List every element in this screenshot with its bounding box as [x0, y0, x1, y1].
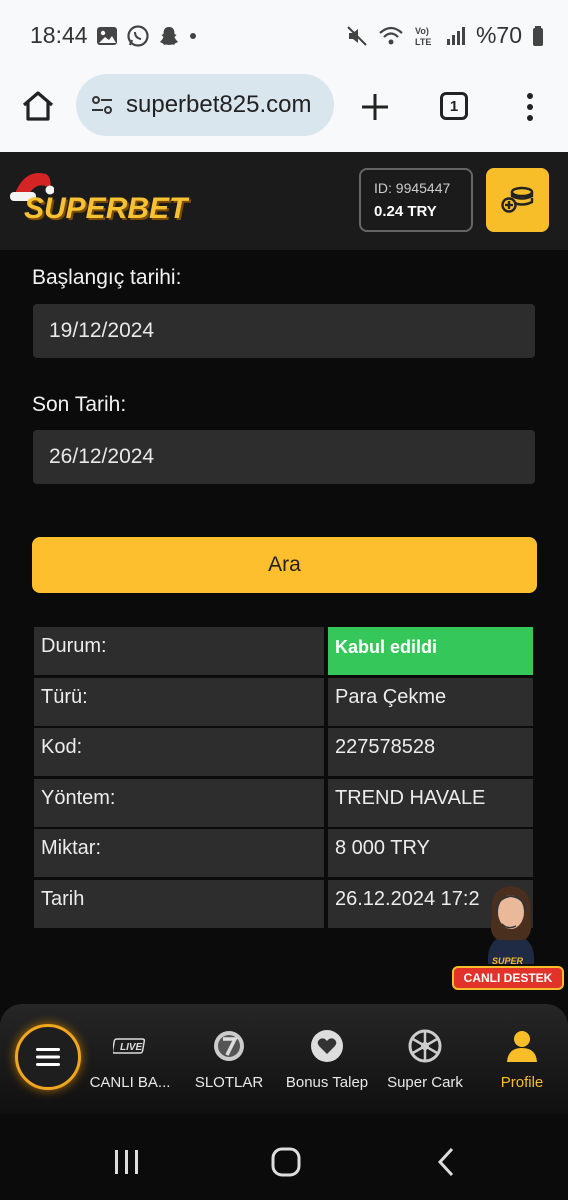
- new-tab-icon[interactable]: [358, 90, 392, 124]
- status-bar: 18:44 Vo) LTE %70: [0, 0, 568, 72]
- user-id: ID: 9945447: [374, 180, 451, 196]
- table-row-code: Kod: 227578528: [34, 728, 534, 779]
- url-text: superbet825.com: [126, 91, 312, 118]
- site-header: SUPERBET ID: 9945447 0.24 TRY: [0, 152, 568, 250]
- slot-seven-icon: [214, 1031, 244, 1061]
- search-button[interactable]: Ara: [32, 537, 537, 593]
- method-value: TREND HAVALE: [328, 778, 533, 827]
- nav-wheel-label: Super Cark: [387, 1074, 463, 1091]
- table-row-type: Türü: Para Çekme: [34, 677, 534, 729]
- nav-live-betting[interactable]: LIVE CANLI BA...: [82, 1026, 178, 1091]
- table-row-method: Yöntem: TREND HAVALE: [34, 778, 534, 830]
- status-time: 18:44: [30, 22, 88, 48]
- live-support-widget[interactable]: SUPER CANLI DESTEK: [452, 874, 564, 994]
- mute-icon: [347, 25, 367, 46]
- code-value: 227578528: [328, 728, 533, 776]
- deposit-button[interactable]: [486, 168, 549, 232]
- nav-bonus-request[interactable]: Bonus Talep: [279, 1026, 375, 1091]
- table-row-status: Durum: Kabul edildi: [34, 627, 534, 678]
- svg-text:LTE: LTE: [415, 37, 431, 47]
- system-icons: Vo) LTE %70: [346, 22, 544, 49]
- wheel-icon: [408, 1029, 442, 1063]
- battery-percent: %70: [475, 22, 522, 48]
- battery-icon: [533, 25, 543, 46]
- volte-icon: Vo)LTE: [415, 26, 431, 47]
- nav-profile-label: Profile: [500, 1074, 544, 1091]
- start-date-input[interactable]: 19/12/2024: [33, 304, 535, 358]
- browser-toolbar: superbet825.com 1: [0, 72, 568, 152]
- code-label: Kod:: [34, 728, 324, 776]
- nav-slots[interactable]: SLOTLAR: [181, 1026, 277, 1091]
- live-badge-text: LIVE: [120, 1042, 143, 1053]
- dot-icon: [190, 33, 196, 39]
- balance: 0.24 TRY: [374, 203, 437, 220]
- gallery-icon: [97, 27, 117, 45]
- end-date-label: Son Tarih:: [32, 393, 127, 416]
- svg-text:Vo): Vo): [415, 26, 429, 36]
- end-date-input[interactable]: 26/12/2024: [33, 430, 535, 484]
- coins-add-icon: [500, 186, 533, 213]
- live-support-label: CANLI DESTEK: [452, 966, 564, 990]
- browser-menu-icon[interactable]: [518, 90, 542, 124]
- recent-apps-icon[interactable]: [112, 1147, 142, 1177]
- home-nav-icon[interactable]: [270, 1146, 302, 1178]
- tab-switcher-button[interactable]: 1: [440, 92, 468, 120]
- address-bar[interactable]: superbet825.com: [76, 74, 334, 136]
- site-settings-icon[interactable]: [90, 93, 114, 117]
- whatsapp-icon: [127, 25, 149, 47]
- nav-super-wheel[interactable]: Super Cark: [377, 1026, 473, 1091]
- logo-text: SUPERBET: [24, 192, 188, 225]
- heart-icon: [311, 1030, 343, 1062]
- nav-slots-label: SLOTLAR: [194, 1074, 264, 1091]
- start-date-label: Başlangıç tarihi:: [32, 266, 182, 289]
- status-label: Durum:: [34, 627, 324, 675]
- live-icon: LIVE: [113, 1038, 146, 1054]
- signal-icon: [446, 26, 465, 45]
- table-row-amount: Miktar: 8 000 TRY: [34, 829, 534, 880]
- hamburger-icon: [36, 1048, 60, 1066]
- wifi-icon: [379, 26, 403, 44]
- support-agent-avatar: [487, 886, 535, 964]
- status-badge: Kabul edildi: [328, 627, 533, 675]
- support-brand-text: SUPER: [492, 956, 524, 966]
- bottom-navigation: LIVE CANLI BA... SLOTLAR Bonus Talep Sup…: [0, 1004, 568, 1114]
- method-label: Yöntem:: [34, 778, 324, 827]
- nav-live-label: CANLI BA...: [89, 1074, 171, 1091]
- back-icon[interactable]: [434, 1146, 458, 1178]
- account-info-box[interactable]: ID: 9945447 0.24 TRY: [359, 168, 473, 232]
- nav-bonus-label: Bonus Talep: [285, 1074, 369, 1091]
- main-menu-button[interactable]: [15, 1024, 81, 1090]
- system-navigation-bar: [0, 1114, 568, 1200]
- superbet-logo[interactable]: SUPERBET: [6, 162, 187, 232]
- notification-icons: [96, 24, 198, 48]
- home-icon[interactable]: [20, 88, 56, 124]
- type-label: Türü:: [34, 677, 324, 726]
- date-label: Tarih: [34, 879, 324, 928]
- amount-value: 8 000 TRY: [328, 829, 533, 877]
- type-value: Para Çekme: [328, 677, 533, 726]
- snapchat-icon: [160, 27, 178, 45]
- profile-icon: [507, 1031, 537, 1062]
- amount-label: Miktar:: [34, 829, 324, 877]
- nav-profile[interactable]: Profile: [474, 1026, 568, 1091]
